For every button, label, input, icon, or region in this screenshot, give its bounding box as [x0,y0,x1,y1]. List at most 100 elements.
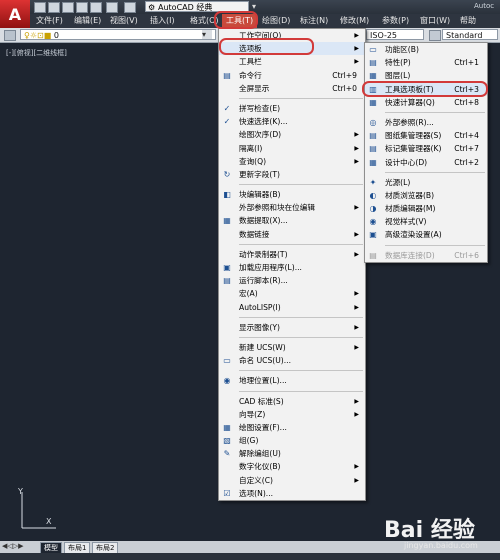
tools-menu-item[interactable]: 动作录制器(T) ▶ [219,248,365,261]
submenu-arrow-icon: ▶ [354,45,359,53]
layer-dropdown-arrow-icon[interactable]: ▾ [202,30,212,39]
menu-item-label: 命名 UCS(U)... [239,356,292,366]
menu-item-label: 全屏显示 [239,83,270,93]
menu-item-9[interactable]: 参数(P) [382,14,409,28]
menu-separator [239,243,363,245]
layer-properties-icon[interactable] [4,30,16,41]
tools-menu-item[interactable]: 隔离(I) ▶ [219,142,365,155]
menu-item-label: 组(G) [239,436,259,446]
menu-item-icon: ▣ [223,263,231,272]
open-file-icon[interactable] [48,2,60,13]
layer-dropdown[interactable]: ♀☼⊡■ 0 [20,29,216,40]
menu-item-icon: ▤ [223,70,231,80]
palettes-menu-item[interactable]: ◐ 材质浏览器(B) [365,189,487,202]
palettes-menu-item[interactable]: ▤ 数据库连接(D) Ctrl+6 [365,249,487,262]
menu-item-icon: ▭ [223,356,231,366]
print-icon[interactable] [90,2,102,13]
menu-item-6[interactable]: 绘图(D) [262,14,290,28]
menu-separator [239,336,363,338]
dimstyle-dropdown[interactable]: ISO-25 [366,29,424,40]
tools-menu-item[interactable]: 数据链接 ▶ [219,228,365,241]
tools-menu-item[interactable]: 数字化仪(B) ▶ [219,460,365,473]
palettes-menu-item[interactable]: ▣ 高级渲染设置(A) [365,228,487,241]
redo-icon[interactable] [124,2,136,13]
menu-item-0[interactable]: 文件(F) [36,14,63,28]
menu-item-8[interactable]: 修改(M) [340,14,369,28]
tools-menu-item[interactable]: 全屏显示 Ctrl+0 [219,82,365,95]
palettes-menu-item[interactable]: ▤ 标记集管理器(K) Ctrl+7 [365,142,487,155]
menu-item-shortcut: Ctrl+2 [454,157,479,167]
menu-item-icon [222,303,232,312]
tools-menu-item[interactable]: ▭ 命名 UCS(U)... [219,354,365,367]
tools-menu-item[interactable]: 显示图像(Y) ▶ [219,321,365,334]
palettes-menu-item[interactable]: ▤ 图纸集管理器(S) Ctrl+4 [365,129,487,142]
tools-menu-item[interactable]: ✎ 解除编组(U) [219,447,365,460]
palettes-menu-item[interactable]: ◉ 视觉样式(V) [365,215,487,228]
tools-menu-item[interactable]: ▦ 数据提取(X)... [219,214,365,227]
menu-item-label: 视觉样式(V) [385,217,427,227]
menu-separator [239,97,363,99]
menu-item-7[interactable]: 标注(N) [300,14,328,28]
palettes-menu-item[interactable]: ▦ 快速计算器(Q) Ctrl+8 [365,96,487,109]
palettes-menu-item[interactable]: ✦ 光源(L) [365,176,487,189]
palettes-menu-item[interactable]: ◎ 外部参照(R)... [365,116,487,129]
palettes-menu-item[interactable]: ▦ 设计中心(D) Ctrl+2 [365,156,487,169]
menu-item-icon: ↻ [223,169,231,179]
tools-menu-item[interactable]: 自定义(C) ▶ [219,474,365,487]
tools-menu-item[interactable]: ✓ 拼写检查(E) [219,102,365,115]
tools-menu-item[interactable]: 新建 UCS(W) ▶ [219,341,365,354]
menu-item-icon: ▤ [369,144,377,154]
menu-item-label: 命令行 [239,70,262,80]
menu-item-icon [222,397,232,406]
tools-menu-item[interactable]: AutoLISP(I) ▶ [219,301,365,314]
new-file-icon[interactable] [34,2,46,13]
menu-item-icon: ▦ [223,422,231,432]
tools-menu-item[interactable]: ▤ 命令行 Ctrl+9 [219,69,365,82]
tools-menu-item[interactable]: 工具栏 ▶ [219,55,365,68]
menu-item-label: 更新字段(T) [239,169,280,179]
save-icon[interactable] [62,2,74,13]
palettes-menu-item[interactable]: ▤ 特性(P) Ctrl+1 [365,56,487,69]
tools-menu-item[interactable]: ✓ 快速选择(K)... [219,115,365,128]
tools-menu-item[interactable]: ☑ 选项(N)... [219,487,365,500]
menu-item-label: 设计中心(D) [385,157,428,167]
menu-item-label: 绘图设置(F)... [239,422,287,432]
autocad-logo-icon[interactable]: A [0,0,30,30]
tools-menu-item[interactable]: ↻ 更新字段(T) [219,168,365,181]
tools-menu-item[interactable]: 外部参照和块在位编辑 ▶ [219,201,365,214]
tab-nav-arrows-icon[interactable]: ◀◁▷▶ [2,542,24,550]
palettes-menu-item[interactable]: ▭ 功能区(B) [365,43,487,56]
menu-item-icon: ☑ [223,488,231,498]
menu-item-10[interactable]: 窗口(W) [420,14,450,28]
tools-menu-item[interactable]: 查询(Q) ▶ [219,155,365,168]
menu-item-1[interactable]: 编辑(E) [74,14,101,28]
save-as-icon[interactable] [76,2,88,13]
tools-menu-item[interactable]: 宏(A) ▶ [219,287,365,300]
tools-menu-item[interactable]: ▧ 组(G) [219,434,365,447]
menu-item-2[interactable]: 视图(V) [110,14,138,28]
tools-menu-item[interactable]: 向导(Z) ▶ [219,408,365,421]
menu-item-11[interactable]: 帮助 [460,14,476,28]
dimstyle-value: ISO-25 [370,31,398,40]
tools-menu-item[interactable]: ◧ 块编辑器(B) [219,188,365,201]
tools-menu-item[interactable]: ▤ 运行脚本(R)... [219,274,365,287]
chevron-down-icon[interactable]: ▾ [252,2,256,11]
menu-separator [239,184,363,186]
textstyle-dropdown[interactable]: Standard [442,29,498,40]
menu-item-3[interactable]: 插入(I) [150,14,175,28]
menu-item-label: 图纸集管理器(S) [385,131,442,141]
menu-item-label: 工具栏 [239,57,262,67]
menu-item-icon [222,144,232,153]
multileader-style-icon[interactable] [429,30,441,41]
viewport-controls[interactable]: [-][俯视][二维线框] [6,48,67,58]
undo-icon[interactable] [106,2,118,13]
tools-menu-item[interactable]: ◉ 地理位置(L)... [219,374,365,387]
tools-menu-item[interactable]: ▦ 绘图设置(F)... [219,421,365,434]
tools-menu-item[interactable]: CAD 标准(S) ▶ [219,395,365,408]
tools-menu-item[interactable]: 绘图次序(D) ▶ [219,128,365,141]
menu-item-icon: ▦ [369,71,377,81]
menu-separator [385,171,485,173]
tools-menu-item[interactable]: ▣ 加载应用程序(L)... [219,261,365,274]
palettes-menu-item[interactable]: ◑ 材质编辑器(M) [365,202,487,215]
menu-item-shortcut: Ctrl+4 [454,131,479,141]
